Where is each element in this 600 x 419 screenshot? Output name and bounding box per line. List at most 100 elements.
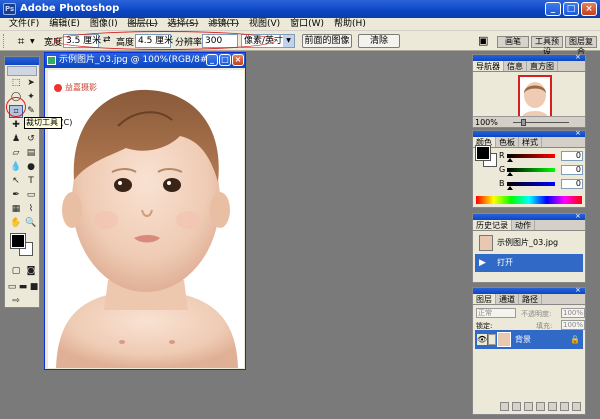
- path-select-icon[interactable]: ↖: [9, 175, 23, 188]
- layers-bottom-bar: [473, 402, 585, 412]
- color-spectrum-bar[interactable]: [476, 196, 582, 204]
- chevron-down-icon[interactable]: ▼: [30, 38, 35, 45]
- dodge-tool-icon[interactable]: ●: [24, 161, 38, 174]
- zoom-tool-icon[interactable]: 🔍: [24, 217, 38, 230]
- toolbox-logo[interactable]: [7, 66, 37, 76]
- tab-paths[interactable]: 路径: [519, 294, 542, 304]
- eyedropper-icon[interactable]: ⌇: [24, 203, 38, 216]
- channel-slider[interactable]: [507, 154, 555, 158]
- imageready-icon[interactable]: ⇨: [9, 295, 23, 308]
- layer-comps-tab[interactable]: 图层复合: [565, 36, 597, 56]
- blend-mode-select[interactable]: 正常: [476, 308, 516, 318]
- close-button[interactable]: ×: [581, 2, 597, 16]
- gradient-tool-icon[interactable]: ▤: [24, 147, 38, 160]
- eye-icon[interactable]: 👁: [477, 334, 487, 345]
- layer-row-background[interactable]: 👁 背景 🔒: [475, 330, 583, 349]
- adjustment-icon[interactable]: [548, 402, 557, 411]
- quickmask-mode-icon[interactable]: ◙: [24, 265, 38, 278]
- tab-histogram[interactable]: 直方图: [527, 61, 558, 71]
- menu-file[interactable]: 文件(F): [4, 18, 44, 31]
- pen-tool-icon[interactable]: ✒: [9, 189, 23, 202]
- channel-value[interactable]: 0: [561, 151, 583, 161]
- slider-handle-icon[interactable]: [507, 158, 513, 162]
- standard-mode-icon[interactable]: ▢: [9, 265, 23, 278]
- trash-icon[interactable]: [572, 402, 581, 411]
- channel-slider[interactable]: [507, 168, 555, 172]
- type-tool-icon[interactable]: T: [24, 175, 38, 188]
- menu-window[interactable]: 窗口(W): [285, 18, 329, 31]
- menu-view[interactable]: 视图(V): [244, 18, 285, 31]
- channel-value[interactable]: 0: [561, 165, 583, 175]
- image-canvas[interactable]: 益嘉摄影: [48, 70, 244, 368]
- doc-close-button[interactable]: ×: [232, 54, 244, 66]
- tab-navigator[interactable]: 导航器: [473, 61, 504, 71]
- layer-thumbnail: [497, 332, 511, 347]
- healing-brush-icon[interactable]: ✚: [9, 119, 23, 132]
- doc-maximize-button[interactable]: □: [219, 54, 231, 66]
- history-snapshot[interactable]: 示例图片_03.jpg: [475, 234, 583, 252]
- opacity-field[interactable]: 100%: [561, 308, 585, 318]
- menu-filter[interactable]: 滤镜(T): [203, 18, 244, 31]
- snapshot-thumbnail: [479, 235, 493, 251]
- fill-field[interactable]: 100%: [561, 320, 585, 330]
- eraser-tool-icon[interactable]: ▱: [9, 147, 23, 160]
- tab-styles[interactable]: 样式: [519, 137, 542, 147]
- options-grip[interactable]: [3, 34, 7, 48]
- new-layer-icon[interactable]: [560, 402, 569, 411]
- close-icon[interactable]: ×: [575, 287, 583, 294]
- palette-well-icon[interactable]: ▣: [478, 35, 492, 47]
- slider-handle-icon[interactable]: [507, 186, 513, 190]
- zoom-slider-handle[interactable]: [521, 119, 526, 126]
- color-foreground-swatch[interactable]: [475, 145, 491, 161]
- screen-mode-full-icon[interactable]: ■: [27, 281, 41, 294]
- clear-button[interactable]: 清除: [358, 34, 400, 48]
- mask-icon[interactable]: [524, 402, 533, 411]
- tab-layers[interactable]: 图层: [473, 294, 496, 304]
- foreground-color-swatch[interactable]: [10, 233, 26, 249]
- minimize-button[interactable]: _: [545, 2, 561, 16]
- menu-select[interactable]: 选择(S): [163, 18, 204, 31]
- tab-swatches[interactable]: 色板: [496, 137, 519, 147]
- menu-image[interactable]: 图像(I): [85, 18, 123, 31]
- close-icon[interactable]: ×: [575, 213, 583, 220]
- history-brush-icon[interactable]: ↺: [24, 133, 38, 146]
- channel-slider[interactable]: [507, 182, 555, 186]
- maximize-button[interactable]: □: [563, 2, 579, 16]
- tab-info[interactable]: 信息: [504, 61, 527, 71]
- tool-presets-tab[interactable]: 工具预设: [531, 36, 563, 56]
- notes-tool-icon[interactable]: ▦: [9, 203, 23, 216]
- marquee-tool-icon[interactable]: ⬚: [9, 77, 23, 90]
- document-titlebar[interactable]: 示例图片_03.jpg @ 100%(RGB/8#) _ □ ×: [45, 53, 245, 68]
- tab-history[interactable]: 历史记录: [473, 220, 512, 230]
- watermark-text: 益嘉摄影: [65, 83, 97, 92]
- history-state-label: 打开: [497, 258, 513, 267]
- menu-edit[interactable]: 编辑(E): [44, 18, 85, 31]
- brush-link-icon[interactable]: [488, 334, 496, 345]
- crop-tool-icon[interactable]: ⌗: [10, 34, 32, 48]
- doc-minimize-button[interactable]: _: [206, 54, 218, 66]
- menu-layer[interactable]: 图层(L): [123, 18, 163, 31]
- blur-tool-icon[interactable]: 💧: [9, 161, 23, 174]
- front-image-button[interactable]: 前面的图像: [302, 34, 352, 48]
- zoom-value[interactable]: 100%: [475, 118, 498, 127]
- folder-icon[interactable]: [536, 402, 545, 411]
- navigator-thumbnail[interactable]: [518, 75, 552, 119]
- slider-handle-icon[interactable]: [507, 172, 513, 176]
- brushes-tab[interactable]: 画笔: [497, 36, 529, 48]
- thumbnail-image: [520, 77, 550, 117]
- link-icon[interactable]: [500, 402, 509, 411]
- hand-tool-icon[interactable]: ✋: [9, 217, 23, 230]
- tab-actions[interactable]: 动作: [512, 220, 535, 230]
- layer-style-icon[interactable]: [512, 402, 521, 411]
- shape-tool-icon[interactable]: ▭: [24, 189, 38, 202]
- close-icon[interactable]: ×: [575, 130, 583, 137]
- channel-value[interactable]: 0: [561, 179, 583, 189]
- stamp-tool-icon[interactable]: ♟: [9, 133, 23, 146]
- magic-wand-icon[interactable]: ✦: [24, 91, 38, 104]
- menu-help[interactable]: 帮助(H): [329, 18, 371, 31]
- tab-channels[interactable]: 通道: [496, 294, 519, 304]
- move-tool-icon[interactable]: ➤: [24, 77, 38, 90]
- crop-tool-tooltip: 裁切工具 (C): [24, 117, 73, 129]
- history-state-open[interactable]: ▶ 打开: [475, 254, 583, 272]
- close-icon[interactable]: ×: [575, 54, 583, 61]
